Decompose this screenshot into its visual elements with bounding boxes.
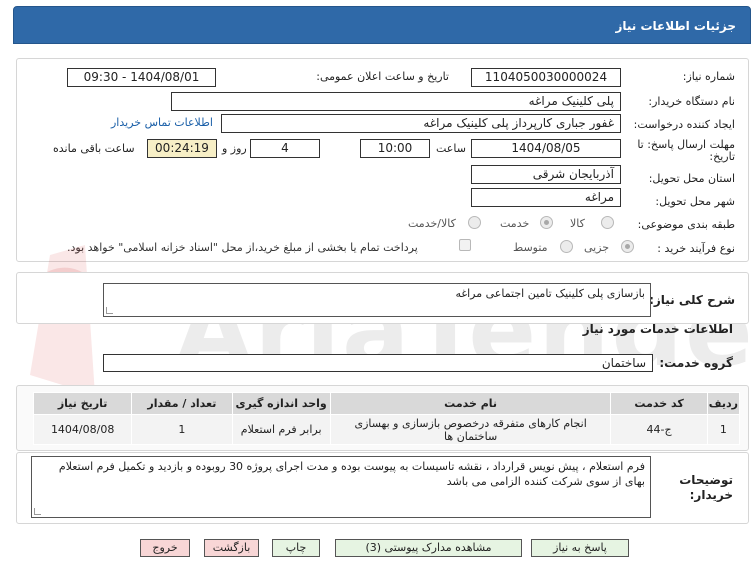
city-field: مراغه (471, 188, 621, 207)
buyer-notes-text: فرم استعلام ، پیش نویس قرارداد ، نقشه تا… (58, 460, 645, 488)
service-name-cell: انجام کارهای متفرقه درخصوص بازسازی و بهس… (329, 414, 612, 445)
process-minor-label: جزیی (584, 241, 610, 254)
announce-datetime-field: 1404/08/01 - 09:30 (67, 68, 216, 87)
need-description-label: شرح کلی نیاز: (649, 293, 735, 307)
view-attachments-button[interactable]: مشاهده مدارک پیوستی (3) (335, 539, 522, 557)
need-number-label: شماره نیاز: (682, 70, 735, 83)
resize-grip-icon (34, 508, 41, 515)
col-unit-header: واحد اندازه گیری (231, 392, 331, 415)
remaining-time-label: ساعت باقی مانده (53, 142, 135, 155)
quantity-cell: 1 (131, 414, 233, 445)
category-service-radio[interactable] (540, 216, 553, 229)
buyer-notes-label-2: خریدار: (689, 488, 733, 502)
exit-button[interactable]: خروج (140, 539, 190, 557)
service-code-cell: ج-44 (610, 414, 708, 445)
deadline-time-field: 10:00 (360, 139, 430, 158)
announce-datetime-label: تاریخ و ساعت اعلان عمومی: (316, 70, 449, 83)
category-goods-service-label: کالا/خدمت (408, 217, 456, 230)
province-label: استان محل تحویل: (648, 172, 735, 185)
back-button[interactable]: بازگشت (204, 539, 259, 557)
buyer-notes-field: فرم استعلام ، پیش نویس قرارداد ، نقشه تا… (31, 456, 651, 518)
table-header-row: ردیف کد خدمت نام خدمت واحد اندازه گیری ت… (32, 392, 741, 415)
page-title: جزئیات اطلاعات نیاز (615, 19, 736, 33)
col-date-header: تاریخ نیاز (32, 392, 133, 415)
service-group-field: ساختمان (103, 354, 653, 372)
row-number-cell: 1 (706, 414, 741, 445)
deadline-date-label: تاریخ: (709, 150, 735, 163)
buyer-org-field: پلی کلینیک مراغه (171, 92, 621, 111)
category-service-label: خدمت (500, 217, 530, 230)
print-button[interactable]: چاپ (272, 539, 320, 557)
process-minor-radio[interactable] (621, 240, 634, 253)
need-description-text: بازسازی پلی کلینیک تامین اجتماعی مراغه (455, 287, 645, 300)
need-description-field: بازسازی پلی کلینیک تامین اجتماعی مراغه (103, 283, 651, 317)
category-goods-radio[interactable] (601, 216, 614, 229)
process-medium-label: متوسط (513, 241, 548, 254)
col-code-header: کد خدمت (610, 392, 708, 415)
buyer-org-label: نام دستگاه خریدار: (648, 95, 735, 108)
purchase-process-label: نوع فرآیند خرید : (657, 242, 735, 255)
request-creator-label: ایجاد کننده درخواست: (633, 118, 735, 131)
reply-to-need-button[interactable]: پاسخ به نیاز (531, 539, 629, 557)
unit-cell: برابر فرم استعلام (231, 414, 331, 445)
col-qty-header: تعداد / مقدار (131, 392, 233, 415)
category-goods-service-radio[interactable] (468, 216, 481, 229)
deadline-date-field: 1404/08/05 (471, 139, 621, 158)
services-table: ردیف کد خدمت نام خدمت واحد اندازه گیری ت… (32, 392, 741, 445)
need-info-panel (16, 58, 749, 262)
col-name-header: نام خدمت (329, 392, 612, 415)
treasury-payment-note: پرداخت تمام یا بخشی از مبلغ خرید،از محل … (67, 241, 418, 254)
category-goods-label: کالا (570, 217, 585, 230)
city-label: شهر محل تحویل: (655, 195, 735, 208)
need-number-field: 1104050030000024 (471, 68, 621, 87)
buyer-contact-link[interactable]: اطلاعات تماس خریدار (111, 116, 213, 129)
table-row: 1 ج-44 انجام کارهای متفرقه درخصوص بازساز… (32, 414, 741, 445)
buyer-notes-label: توضیحات (679, 473, 733, 487)
remaining-days-field: 4 (250, 139, 320, 158)
treasury-payment-checkbox[interactable] (459, 239, 471, 251)
province-field: آذربایجان شرقی (471, 165, 621, 184)
service-group-label: گروه خدمت: (659, 356, 733, 370)
col-row-header: ردیف (706, 392, 741, 415)
resize-grip-icon (106, 307, 113, 314)
days-label: روز و (222, 142, 247, 155)
process-medium-radio[interactable] (560, 240, 573, 253)
request-creator-field: غفور جباری کارپرداز پلی کلینیک مراغه (221, 114, 621, 133)
remaining-time-field: 00:24:19 (147, 139, 217, 158)
category-label: طبقه بندی موضوعی: (637, 218, 735, 231)
services-section-title: اطلاعات خدمات مورد نیاز (582, 322, 733, 336)
page-header: جزئیات اطلاعات نیاز (13, 6, 751, 44)
deadline-time-label: ساعت (436, 142, 466, 155)
need-date-cell: 1404/08/08 (32, 414, 133, 445)
